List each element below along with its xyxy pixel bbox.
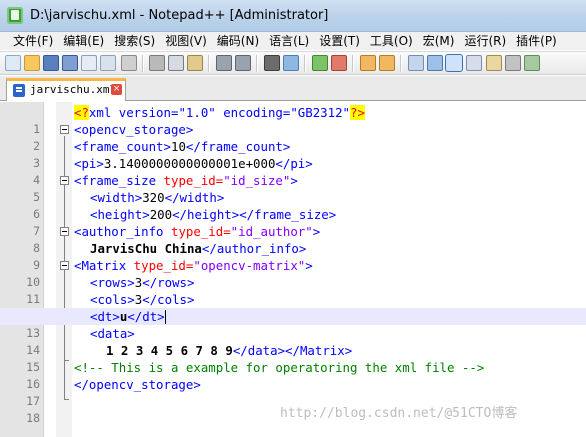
fold-toggle[interactable] — [60, 261, 69, 270]
toolbar-separator — [208, 55, 209, 72]
code-line[interactable]: 3 <frame_count>10</frame_count> — [0, 138, 586, 170]
code-line[interactable]: 15 1 2 3 4 5 6 7 8 9</data></Matrix> — [0, 342, 586, 374]
line-number: 18 — [26, 411, 40, 425]
show-all-chars-icon[interactable] — [427, 55, 443, 71]
toolbar-separator — [256, 55, 257, 72]
code-line[interactable]: 7 <height>200</height></frame_size> — [0, 206, 586, 238]
menu-view[interactable]: 视图(V) — [160, 32, 212, 50]
notepadpp-icon — [7, 7, 23, 24]
close-all-icon[interactable] — [100, 55, 116, 71]
menu-edit[interactable]: 编辑(E) — [58, 32, 109, 50]
word-wrap-icon[interactable] — [408, 55, 424, 71]
menu-language[interactable]: 语言(L) — [264, 32, 314, 50]
close-icon[interactable] — [81, 55, 97, 71]
save-all-icon[interactable] — [62, 55, 78, 71]
menu-file[interactable]: 文件(F) — [3, 32, 58, 50]
find-icon[interactable] — [264, 55, 280, 71]
indent-guide-icon[interactable] — [445, 54, 463, 72]
menu-macro[interactable]: 宏(M) — [418, 32, 460, 50]
code-editor[interactable]: 1 <?xml version="1.0" encoding="GB2312"?… — [0, 102, 586, 437]
undo-icon[interactable] — [216, 55, 232, 71]
menu-run[interactable]: 运行(R) — [459, 32, 511, 50]
menu-settings[interactable]: 设置(T) — [314, 32, 365, 50]
code-line[interactable]: 2 <opencv_storage> — [0, 121, 586, 153]
copy-icon[interactable] — [168, 55, 184, 71]
code-line[interactable]: 9 JarvisChu China</author_info> — [0, 240, 586, 272]
sync-vertical-icon[interactable] — [360, 55, 376, 71]
tab-label: jarvischu.xml — [30, 83, 117, 96]
cut-icon[interactable] — [149, 55, 165, 71]
toolbar-separator — [304, 55, 305, 72]
code-line[interactable]: 5 <frame_size type_id="id_size"> — [0, 172, 586, 204]
code-line[interactable]: 6 <width>320</width> — [0, 189, 586, 221]
new-file-icon[interactable] — [5, 55, 21, 71]
window-title: D:\jarvischu.xml - Notepad++ [Administra… — [30, 8, 329, 23]
print-icon[interactable] — [121, 55, 137, 71]
tab-jarvischu-xml[interactable]: jarvischu.xml × — [6, 78, 126, 101]
menu-plugins[interactable]: 插件(P) — [511, 32, 562, 50]
toolbar-separator — [352, 55, 353, 72]
code-line[interactable]: 8 <author_info type_id="id_author"> — [0, 223, 586, 255]
menu-encoding[interactable]: 编码(N) — [212, 32, 264, 50]
fold-toggle[interactable] — [60, 125, 69, 134]
code-line[interactable]: 10 <Matrix type_id="opencv-matrix"> — [0, 257, 586, 289]
toolbar-separator — [142, 55, 143, 72]
text-caret — [164, 310, 166, 324]
tab-bar: jarvischu.xml × — [0, 76, 586, 101]
fold-toggle[interactable] — [60, 176, 69, 185]
zoom-in-icon[interactable] — [312, 55, 328, 71]
file-icon — [13, 84, 25, 97]
code-line-current[interactable]: 13 <dt>u</dt> — [0, 308, 586, 340]
paste-icon[interactable] — [187, 55, 203, 71]
code-line[interactable]: 12 <cols>3</cols> — [0, 291, 586, 323]
code-line[interactable]: 16 <!-- This is a example for operatorin… — [0, 359, 586, 391]
code-line[interactable]: 11 <rows>3</rows> — [0, 274, 586, 306]
toolbar — [0, 51, 586, 75]
tab-close-button[interactable]: × — [111, 84, 122, 95]
macro-play-icon[interactable] — [524, 55, 540, 71]
code-line[interactable]: 17 </opencv_storage> — [0, 376, 586, 408]
macro-record-icon[interactable] — [486, 55, 502, 71]
open-file-icon[interactable] — [24, 55, 40, 71]
zoom-out-icon[interactable] — [331, 55, 347, 71]
menu-bar: 文件(F) 编辑(E) 搜索(S) 视图(V) 编码(N) 语言(L) 设置(T… — [0, 32, 586, 50]
replace-icon[interactable] — [283, 55, 299, 71]
menu-search[interactable]: 搜索(S) — [109, 32, 160, 50]
redo-icon[interactable] — [235, 55, 251, 71]
code-line[interactable]: 4 <pi>3.1400000000000001e+000</pi> — [0, 155, 586, 187]
fold-toggle[interactable] — [60, 227, 69, 236]
watermark: http://blog.csdn.net/@51CTO博客 — [280, 406, 518, 421]
toolbar-separator — [400, 55, 401, 72]
macro-stop-icon[interactable] — [505, 55, 521, 71]
menu-tools[interactable]: 工具(O) — [365, 32, 418, 50]
save-icon[interactable] — [43, 55, 59, 71]
user-language-icon[interactable] — [466, 55, 482, 71]
title-bar[interactable]: D:\jarvischu.xml - Notepad++ [Administra… — [0, 0, 586, 32]
code-line[interactable]: 14 <data> — [0, 325, 586, 357]
sync-horizontal-icon[interactable] — [379, 55, 395, 71]
code-line[interactable]: 1 <?xml version="1.0" encoding="GB2312"?… — [0, 104, 586, 136]
